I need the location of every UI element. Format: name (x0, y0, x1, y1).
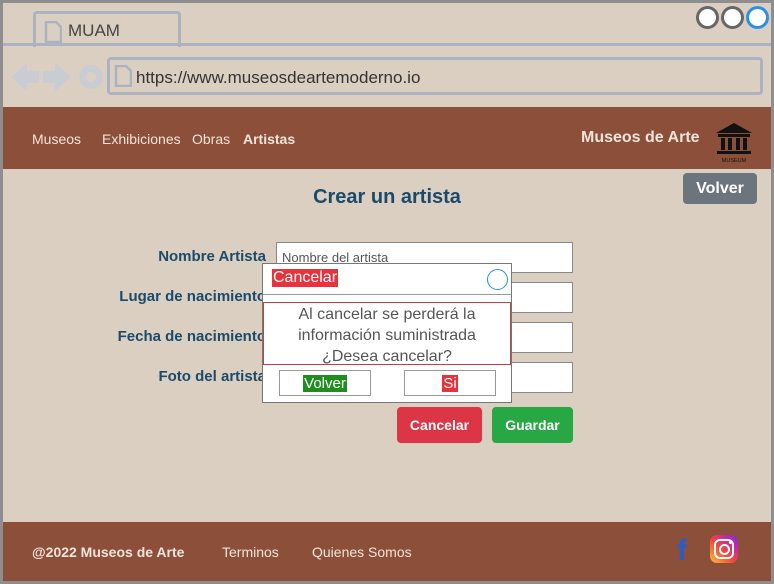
site-footer: @2022 Museos de Arte Terminos Quienes So… (3, 522, 771, 581)
label-nombre-artista: Nombre Artista (158, 248, 266, 265)
instagram-icon-flash (729, 541, 732, 544)
brand-name[interactable]: Museos de Arte (581, 129, 700, 147)
label-fecha-nacimiento: Fecha de nacimiento (117, 328, 266, 345)
nav-obras[interactable]: Obras (192, 131, 230, 147)
document-icon (44, 21, 62, 43)
window-minimize-button[interactable] (696, 6, 719, 29)
browser-chrome: MUAM https://www.museosdeartemoderno.io (3, 3, 771, 107)
footer-about-link[interactable]: Quienes Somos (312, 544, 412, 560)
page-title: Crear un artista (313, 186, 461, 208)
forward-arrow-icon[interactable] (43, 63, 71, 91)
tab-title: MUAM (68, 21, 120, 40)
back-arrow-icon[interactable] (11, 63, 39, 91)
navigation-arrows (11, 63, 103, 91)
dialog-message-line: información suministrada (298, 327, 476, 344)
footer-terms-link[interactable]: Terminos (222, 544, 279, 560)
instagram-icon[interactable] (710, 535, 738, 563)
dialog-back-label: Volver (303, 374, 347, 392)
browser-window: MUAM https://www.museosdeartemoderno.io … (0, 0, 774, 584)
label-lugar-nacimiento: Lugar de nacimiento (119, 288, 266, 305)
cancel-dialog: Cancelar Al cancelar se perderá la infor… (262, 263, 512, 403)
museum-logo-icon[interactable]: MUSEUM (711, 119, 757, 165)
dialog-message: Al cancelar se perderá la información su… (263, 302, 511, 365)
nav-museos[interactable]: Museos (32, 131, 81, 147)
window-close-button[interactable] (746, 6, 769, 29)
facebook-icon[interactable]: f (677, 536, 687, 566)
dialog-message-line: ¿Desea cancelar? (322, 348, 452, 365)
logo-caption: MUSEUM (722, 158, 747, 164)
dialog-header: Cancelar (263, 264, 511, 295)
dialog-confirm-button[interactable]: Si (404, 370, 496, 396)
site-header: Museos Exhibiciones Obras Artistas Museo… (3, 107, 771, 169)
dialog-back-button[interactable]: Volver (279, 370, 371, 396)
url-text: https://www.museosdeartemoderno.io (136, 68, 421, 87)
nav-exhibiciones[interactable]: Exhibiciones (102, 131, 181, 147)
reload-icon[interactable] (79, 65, 103, 89)
nav-artistas[interactable]: Artistas (243, 131, 295, 147)
tab-divider (3, 43, 771, 46)
window-maximize-button[interactable] (721, 6, 744, 29)
browser-tab[interactable]: MUAM (33, 11, 181, 47)
back-button[interactable]: Volver (683, 173, 757, 204)
cancel-button[interactable]: Cancelar (397, 407, 482, 443)
dialog-message-line: Al cancelar se perderá la (298, 306, 476, 323)
dialog-close-icon[interactable] (487, 269, 508, 290)
label-foto-artista: Foto del artista (158, 368, 266, 385)
dialog-title: Cancelar (272, 269, 339, 287)
dialog-confirm-label: Si (442, 374, 458, 392)
instagram-icon-lens (718, 543, 730, 555)
document-icon (114, 65, 132, 87)
address-bar[interactable]: https://www.museosdeartemoderno.io (107, 57, 763, 95)
window-controls (696, 6, 769, 29)
save-button[interactable]: Guardar (492, 407, 573, 443)
footer-copyright: @2022 Museos de Arte (32, 544, 185, 560)
